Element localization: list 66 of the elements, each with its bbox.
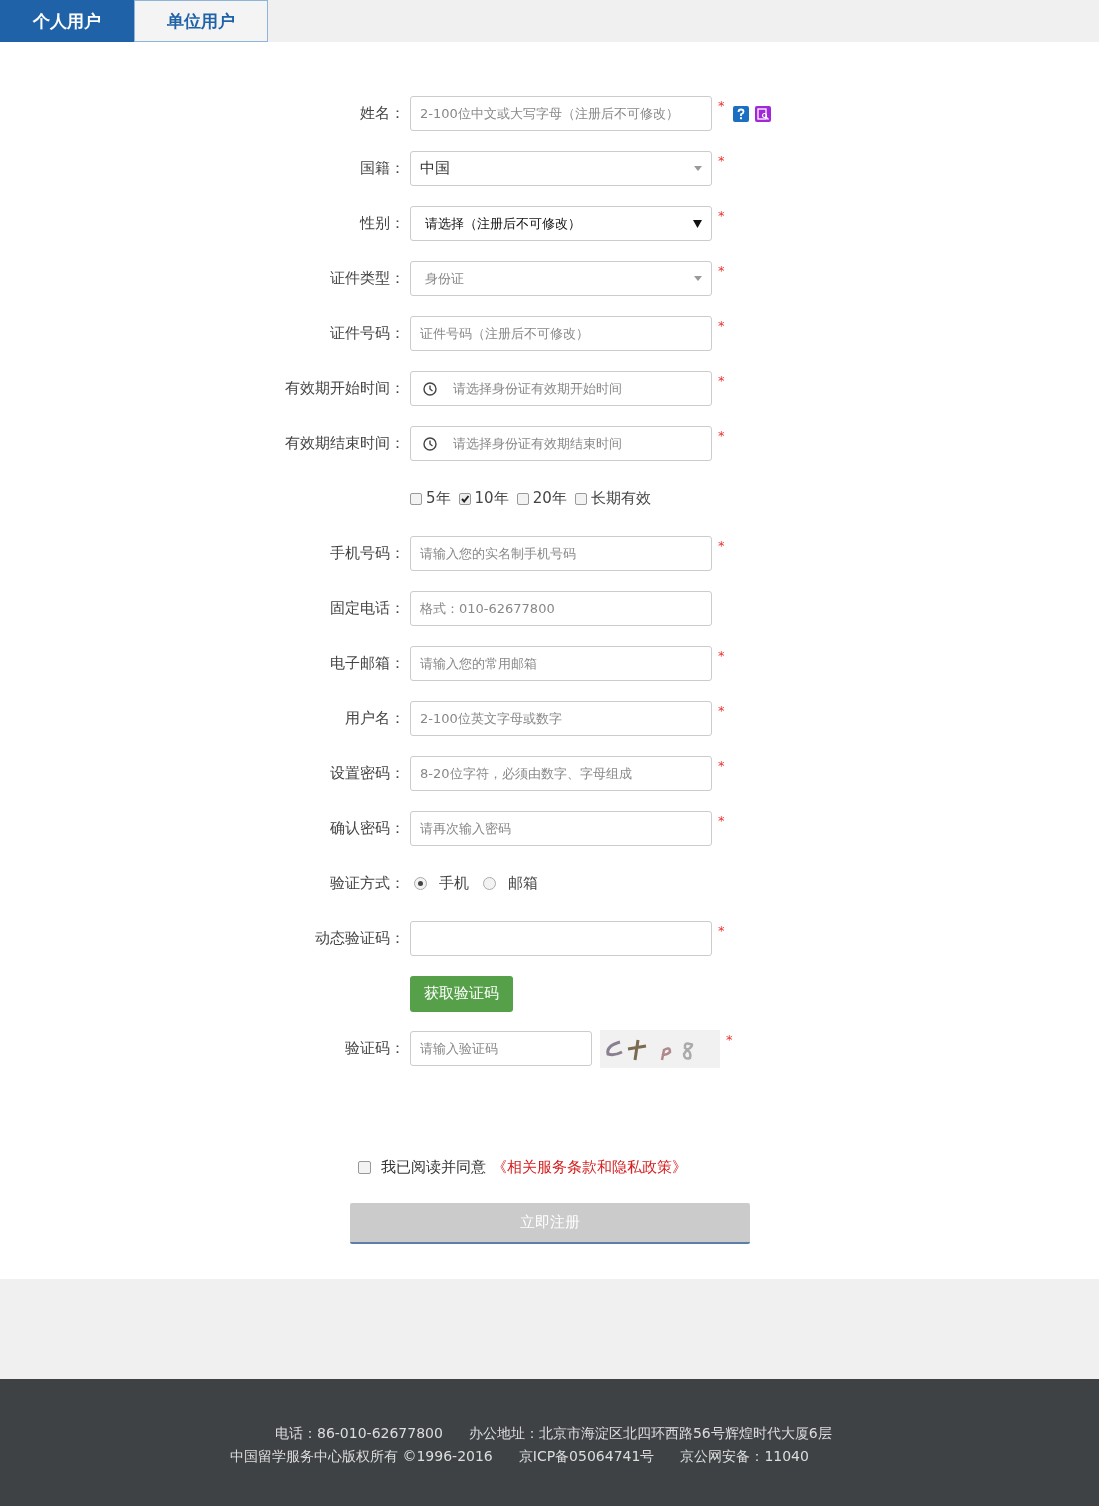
input-field[interactable]: 8-20位字符，必须由数字、字母组成 <box>410 756 712 791</box>
field-label: 固定电话： <box>330 599 405 617</box>
checkmark-icon <box>459 493 470 504</box>
field-label: 动态验证码： <box>315 929 405 947</box>
footer-text: 办公地址：北京市海淀区北四环西路56号辉煌时代大厦6层 <box>468 1424 832 1443</box>
field-label: 姓名： <box>360 104 405 122</box>
preview-icon[interactable] <box>754 105 771 122</box>
field-label: 用户名： <box>345 709 405 727</box>
required-mark: * <box>718 758 725 773</box>
field-label: 有效期开始时间： <box>285 379 405 397</box>
date-field[interactable]: 请选择身份证有效期开始时间 <box>410 371 712 406</box>
select-field[interactable]: 中国 <box>410 151 712 186</box>
radio-option[interactable]: 邮箱 <box>483 874 538 893</box>
field-label: 证件类型： <box>330 269 405 287</box>
field-label: 国籍： <box>360 159 405 177</box>
terms-link[interactable]: 《相关服务条款和隐私政策》 <box>491 1158 687 1177</box>
tab[interactable]: 个人用户 <box>0 0 134 42</box>
field-label: 证件号码： <box>330 324 405 342</box>
input-field[interactable]: 证件号码（注册后不可修改） <box>410 316 712 351</box>
checkbox-option[interactable]: 10年 <box>458 489 509 508</box>
help-icon[interactable] <box>732 105 749 122</box>
input-field[interactable]: 请输入您的实名制手机号码 <box>410 536 712 571</box>
agreement-checkbox[interactable] <box>357 1161 371 1174</box>
required-mark: * <box>718 318 725 333</box>
required-mark: * <box>726 1031 733 1047</box>
input-field[interactable]: 2-100位英文字母或数字 <box>410 701 712 736</box>
field-label: 验证方式： <box>330 874 405 892</box>
select-field[interactable]: 请选择（注册后不可修改） <box>410 206 712 241</box>
required-mark: * <box>718 153 725 168</box>
input-field[interactable]: 格式：010-62677800 <box>410 591 712 626</box>
tab[interactable]: 单位用户 <box>134 0 268 42</box>
required-mark: * <box>718 923 725 938</box>
clock-icon <box>423 436 437 451</box>
agreement-text: 我已阅读并同意 <box>380 1158 486 1177</box>
required-mark: * <box>718 373 725 388</box>
footer-text: 中国留学服务中心版权所有 ©1996-2016 <box>230 1447 493 1466</box>
footer-text: 电话：86-010-62677800 <box>275 1424 443 1443</box>
input-field[interactable]: 请输入验证码 <box>410 1031 592 1066</box>
field-label: 电子邮箱： <box>330 654 405 672</box>
required-mark: * <box>718 98 725 113</box>
footer-text: 京公网安备：11040 <box>680 1447 809 1466</box>
field-label: 确认密码： <box>330 819 405 837</box>
input-field[interactable]: 请输入您的常用邮箱 <box>410 646 712 681</box>
footer-text: 京ICP备05064741号 <box>518 1447 655 1466</box>
checkbox-option[interactable]: 长期有效 <box>574 489 651 508</box>
clock-icon <box>423 381 437 396</box>
field-label: 性别： <box>360 214 405 232</box>
radio-option[interactable]: 手机 <box>414 874 469 893</box>
required-mark: * <box>718 538 725 553</box>
checkbox-option[interactable]: 5年 <box>410 489 451 508</box>
required-mark: * <box>718 648 725 663</box>
required-mark: * <box>718 208 725 223</box>
required-mark: * <box>718 813 725 828</box>
select-field[interactable]: 身份证 <box>410 261 712 296</box>
input-field[interactable]: 请再次输入密码 <box>410 811 712 846</box>
field-label: 有效期结束时间： <box>285 434 405 452</box>
required-mark: * <box>718 428 725 443</box>
input-field[interactable] <box>410 921 712 956</box>
required-mark: * <box>718 703 725 718</box>
input-field[interactable]: 2-100位中文或大写字母（注册后不可修改） <box>410 96 712 131</box>
field-label: 设置密码： <box>330 764 405 782</box>
required-mark: * <box>718 263 725 278</box>
field-label: 手机号码： <box>330 544 405 562</box>
field-label: 验证码： <box>345 1039 405 1057</box>
checkbox-option[interactable]: 20年 <box>516 489 567 508</box>
date-field[interactable]: 请选择身份证有效期结束时间 <box>410 426 712 461</box>
